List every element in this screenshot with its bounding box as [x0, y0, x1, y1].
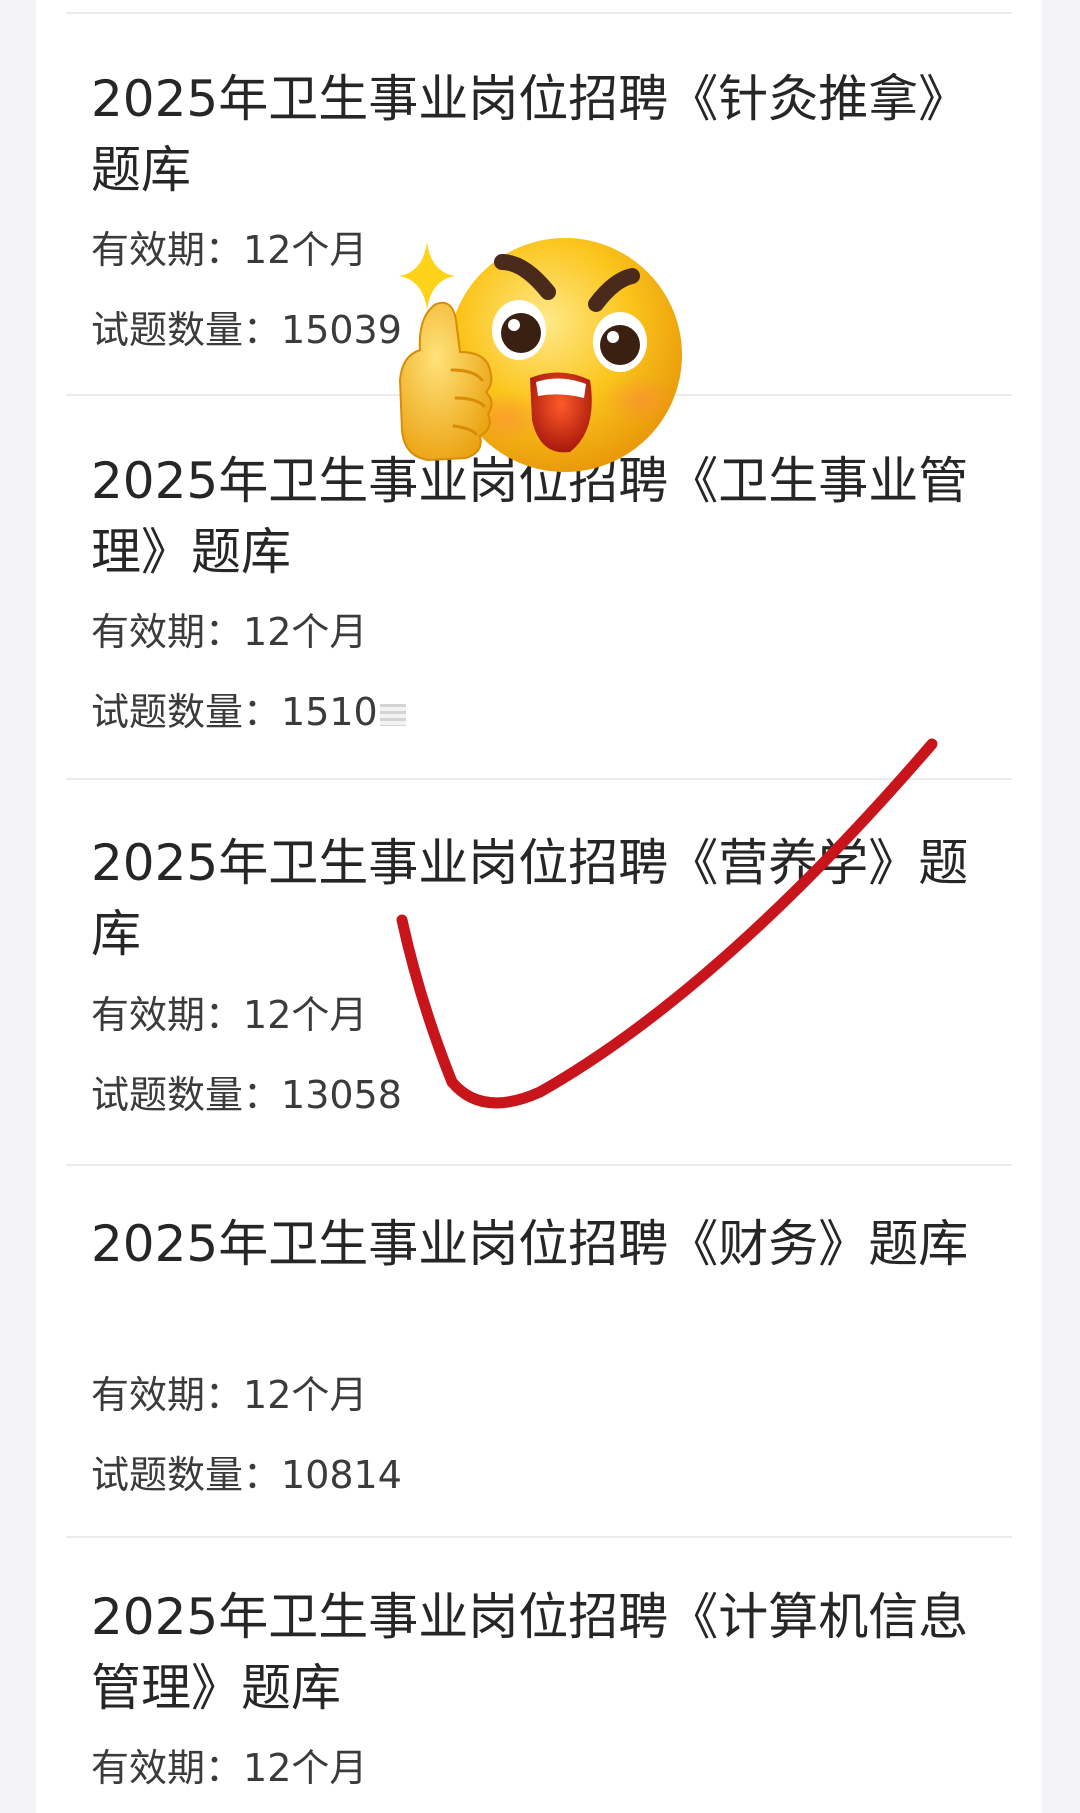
list-item[interactable]: 2025年卫生事业岗位招聘《营养学》题库 有效期：12个月 试题数量：13058 — [66, 780, 1012, 1166]
validity-row: 有效期：12个月 — [91, 993, 367, 1037]
validity-label: 有效期： — [91, 610, 244, 654]
validity-value: 12个月 — [243, 993, 368, 1037]
validity-row: 有效期：12个月 — [91, 1746, 367, 1790]
validity-label: 有效期： — [91, 1373, 244, 1417]
validity-label: 有效期： — [91, 228, 244, 272]
count-row: 试题数量：15039 — [91, 308, 402, 352]
validity-row: 有效期：12个月 — [91, 228, 367, 272]
list-item[interactable]: 2025年卫生事业岗位招聘《财务》题库 有效期：12个月 试题数量：10814 — [66, 1166, 1012, 1538]
item-title: 2025年卫生事业岗位招聘《计算机信息管理》题库 — [91, 1588, 969, 1717]
count-row: 试题数量：1510 — [91, 690, 406, 734]
validity-value: 12个月 — [243, 1746, 368, 1790]
count-label: 试题数量： — [91, 1073, 282, 1117]
validity-row: 有效期：12个月 — [91, 610, 367, 654]
validity-value: 12个月 — [243, 1373, 368, 1417]
count-value: 15039 — [281, 308, 402, 352]
count-value: 13058 — [281, 1073, 402, 1117]
list-item[interactable]: 2025年卫生事业岗位招聘《卫生事业管理》题库 有效期：12个月 试题数量：15… — [66, 396, 1012, 780]
validity-row: 有效期：12个月 — [91, 1373, 367, 1417]
validity-label: 有效期： — [91, 1746, 244, 1790]
blurred-digit — [379, 703, 406, 726]
validity-value: 12个月 — [243, 228, 368, 272]
item-title: 2025年卫生事业岗位招聘《针灸推拿》题库 — [91, 70, 969, 199]
list-item[interactable]: 2025年卫生事业岗位招聘《针灸推拿》题库 有效期：12个月 试题数量：1503… — [66, 12, 1012, 396]
item-title: 2025年卫生事业岗位招聘《卫生事业管理》题库 — [91, 452, 969, 581]
count-row: 试题数量：13058 — [91, 1073, 402, 1117]
count-label: 试题数量： — [91, 308, 282, 352]
item-title: 2025年卫生事业岗位招聘《营养学》题库 — [91, 834, 969, 963]
count-label: 试题数量： — [91, 690, 282, 734]
item-title: 2025年卫生事业岗位招聘《财务》题库 — [91, 1215, 969, 1273]
count-value: 10814 — [281, 1453, 402, 1497]
validity-value: 12个月 — [243, 610, 368, 654]
validity-label: 有效期： — [91, 993, 244, 1037]
count-value: 1510 — [281, 690, 378, 734]
list-item[interactable]: 2025年卫生事业岗位招聘《计算机信息管理》题库 有效期：12个月 — [66, 1538, 1012, 1813]
count-row: 试题数量：10814 — [91, 1453, 402, 1497]
count-label: 试题数量： — [91, 1453, 282, 1497]
